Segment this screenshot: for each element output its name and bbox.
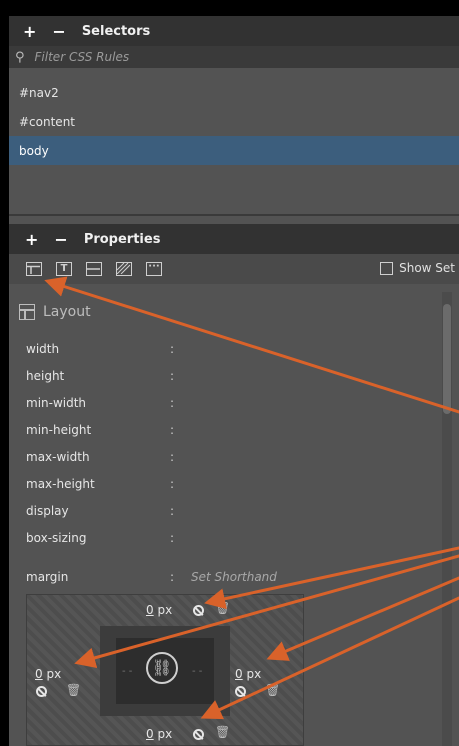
margin-left-value[interactable]: 0 px [35, 667, 61, 681]
background-icon[interactable] [116, 262, 132, 276]
prop-row-max-width[interactable]: max-width : [9, 448, 439, 468]
prop-name: max-height [26, 477, 95, 491]
checkbox-box[interactable] [380, 261, 394, 275]
prop-name: box-sizing [26, 531, 87, 545]
margin-right-value[interactable]: 0 px [235, 667, 261, 681]
margin-box-model: 0 px 🗑 - - - - ⛓ 0 px 🗑 0 px 🗑 0 px 🗑 [26, 594, 304, 746]
add-selector-button[interactable]: + [23, 22, 36, 41]
prop-row-display[interactable]: display : [9, 502, 439, 522]
prop-colon: : [170, 423, 175, 437]
prop-name: margin [26, 570, 69, 584]
selectors-title: Selectors [81, 23, 151, 39]
prop-row-height[interactable]: height : [9, 367, 439, 387]
selector-item-nav2[interactable]: #nav2 [9, 78, 459, 107]
prop-colon: : [170, 369, 175, 383]
disable-icon[interactable] [193, 729, 204, 740]
prop-name: min-height [26, 423, 92, 437]
show-set-checkbox[interactable]: Show Set [380, 261, 455, 275]
prop-colon: : [170, 570, 175, 584]
layout-icon [19, 304, 35, 320]
search-icon: ⚲ [15, 49, 25, 65]
prop-colon: : [170, 396, 175, 410]
layout-section-title: Layout [19, 304, 91, 320]
prop-colon: : [170, 531, 175, 545]
more-icon[interactable]: ··· [146, 262, 162, 276]
link-icon[interactable]: ⛓ [146, 652, 178, 684]
add-property-button[interactable]: + [25, 230, 38, 249]
margin-top-value[interactable]: 0 px [146, 603, 172, 617]
panel-divider[interactable] [9, 214, 459, 216]
prop-colon: : [170, 504, 175, 518]
prop-row-margin[interactable]: margin : Set Shorthand [9, 568, 439, 588]
padding-box: - - - - ⛓ [100, 626, 230, 716]
filter-placeholder: Filter CSS Rules [34, 50, 130, 64]
prop-name: min-width [26, 396, 87, 410]
scrollbar-thumb[interactable] [443, 304, 451, 414]
selector-label: #nav2 [19, 85, 59, 100]
properties-header: + − Properties [9, 224, 459, 254]
trash-icon[interactable]: 🗑 [215, 725, 230, 739]
disable-icon[interactable] [36, 686, 47, 697]
border-icon[interactable] [86, 262, 102, 276]
properties-title: Properties [83, 231, 161, 247]
selector-item-content[interactable]: #content [9, 107, 459, 136]
prop-name: width [26, 342, 60, 356]
prop-colon: : [170, 450, 175, 464]
property-category-toolbar: T ··· Show Set [9, 254, 459, 284]
prop-row-max-height[interactable]: max-height : [9, 475, 439, 495]
trash-icon[interactable]: 🗑 [265, 683, 280, 697]
selectors-header: + − Selectors [9, 16, 459, 46]
prop-row-box-sizing[interactable]: box-sizing : [9, 529, 439, 549]
selector-label: #content [19, 114, 75, 129]
selector-item-body[interactable]: body [9, 136, 459, 165]
selector-label: body [19, 143, 49, 158]
remove-property-button[interactable]: − [54, 230, 67, 249]
prop-name: height [26, 369, 65, 383]
prop-name: display [26, 504, 69, 518]
layout-icon[interactable] [26, 262, 42, 276]
prop-row-width[interactable]: width : [9, 340, 439, 360]
css-designer-panel: + − Selectors ⚲ Filter CSS Rules #nav2 #… [9, 16, 459, 746]
prop-name: max-width [26, 450, 90, 464]
text-icon[interactable]: T [56, 262, 72, 276]
layout-title-text: Layout [43, 304, 91, 320]
show-set-label: Show Set [399, 261, 455, 275]
prop-colon: : [170, 477, 175, 491]
remove-selector-button[interactable]: − [52, 22, 65, 41]
prop-row-min-height[interactable]: min-height : [9, 421, 439, 441]
filter-css-rules-input[interactable]: ⚲ Filter CSS Rules [9, 46, 459, 68]
disable-icon[interactable] [193, 605, 204, 616]
disable-icon[interactable] [235, 686, 246, 697]
margin-bottom-value[interactable]: 0 px [146, 727, 172, 741]
set-shorthand-field[interactable]: Set Shorthand [191, 570, 277, 584]
prop-colon: : [170, 342, 175, 356]
trash-icon[interactable]: 🗑 [215, 601, 230, 615]
prop-row-min-width[interactable]: min-width : [9, 394, 439, 414]
trash-icon[interactable]: 🗑 [66, 683, 81, 697]
content-box: - - - - ⛓ [116, 638, 214, 704]
